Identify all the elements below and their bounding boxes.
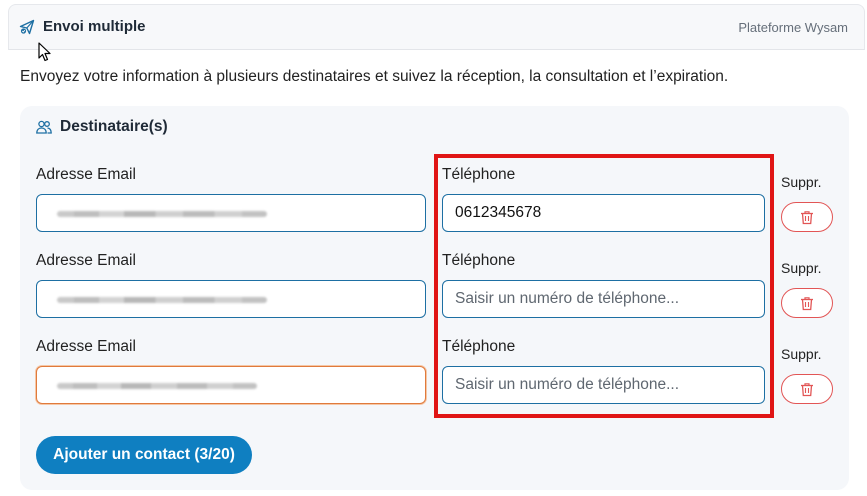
phone-label: Téléphone (442, 166, 516, 183)
email-field-2[interactable] (36, 280, 426, 318)
trash-icon (801, 296, 813, 310)
phone-label: Téléphone (442, 252, 516, 269)
delete-button-3[interactable] (781, 374, 833, 404)
add-contact-button[interactable]: Ajouter un contact (3/20) (36, 436, 252, 474)
card-header: Envoi multiple Plateforme Wysam (8, 4, 865, 50)
phone-field-1[interactable] (442, 194, 765, 232)
delete-label: Suppr. (781, 346, 822, 362)
page-title: Envoi multiple (43, 18, 146, 35)
phone-label: Téléphone (442, 338, 516, 355)
redacted-email (57, 211, 267, 217)
redacted-email (57, 297, 267, 303)
mouse-cursor-icon (38, 42, 51, 62)
header-title-group: Envoi multiple (19, 18, 146, 35)
recipient-row-1: Adresse Email Téléphone Suppr. (20, 164, 849, 244)
email-field-3[interactable] (36, 366, 426, 404)
delete-label: Suppr. (781, 174, 822, 190)
users-icon (36, 120, 52, 134)
email-label: Adresse Email (36, 338, 136, 355)
platform-name: Plateforme Wysam (738, 20, 848, 35)
redacted-email (57, 383, 257, 389)
email-label: Adresse Email (36, 252, 136, 269)
recipients-title-text: Destinataire(s) (60, 118, 168, 135)
email-label: Adresse Email (36, 166, 136, 183)
trash-icon (801, 382, 813, 396)
recipient-row-2: Adresse Email Téléphone Suppr. (20, 250, 849, 330)
email-field-1[interactable] (36, 194, 426, 232)
send-icon (19, 19, 35, 34)
delete-label: Suppr. (781, 260, 822, 276)
phone-field-2[interactable] (442, 280, 765, 318)
intro-text: Envoyez votre information à plusieurs de… (20, 68, 729, 85)
phone-field-3[interactable] (442, 366, 765, 404)
delete-button-2[interactable] (781, 288, 833, 318)
recipients-panel: Destinataire(s) Adresse Email Téléphone … (20, 106, 849, 490)
delete-button-1[interactable] (781, 202, 833, 232)
recipients-title: Destinataire(s) (36, 118, 168, 136)
trash-icon (801, 210, 813, 224)
recipient-row-3: Adresse Email Téléphone Suppr. (20, 336, 849, 416)
